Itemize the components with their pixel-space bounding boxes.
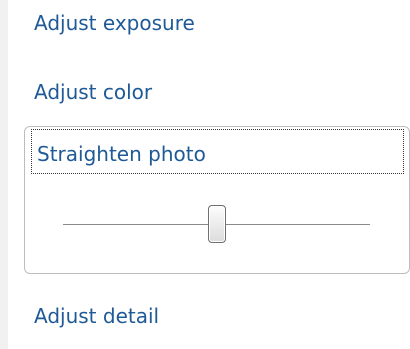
straighten-photo-panel: Straighten photo <box>24 126 410 274</box>
straighten-photo-header[interactable]: Straighten photo <box>31 129 404 174</box>
adjust-color-item[interactable]: Adjust color <box>34 82 152 102</box>
left-edge-shadow <box>0 0 8 349</box>
adjust-exposure-item[interactable]: Adjust exposure <box>34 13 195 33</box>
straighten-photo-title: Straighten photo <box>37 142 206 166</box>
straighten-slider[interactable] <box>63 205 370 245</box>
adjust-detail-item[interactable]: Adjust detail <box>34 306 159 326</box>
slider-thumb[interactable] <box>207 205 226 243</box>
